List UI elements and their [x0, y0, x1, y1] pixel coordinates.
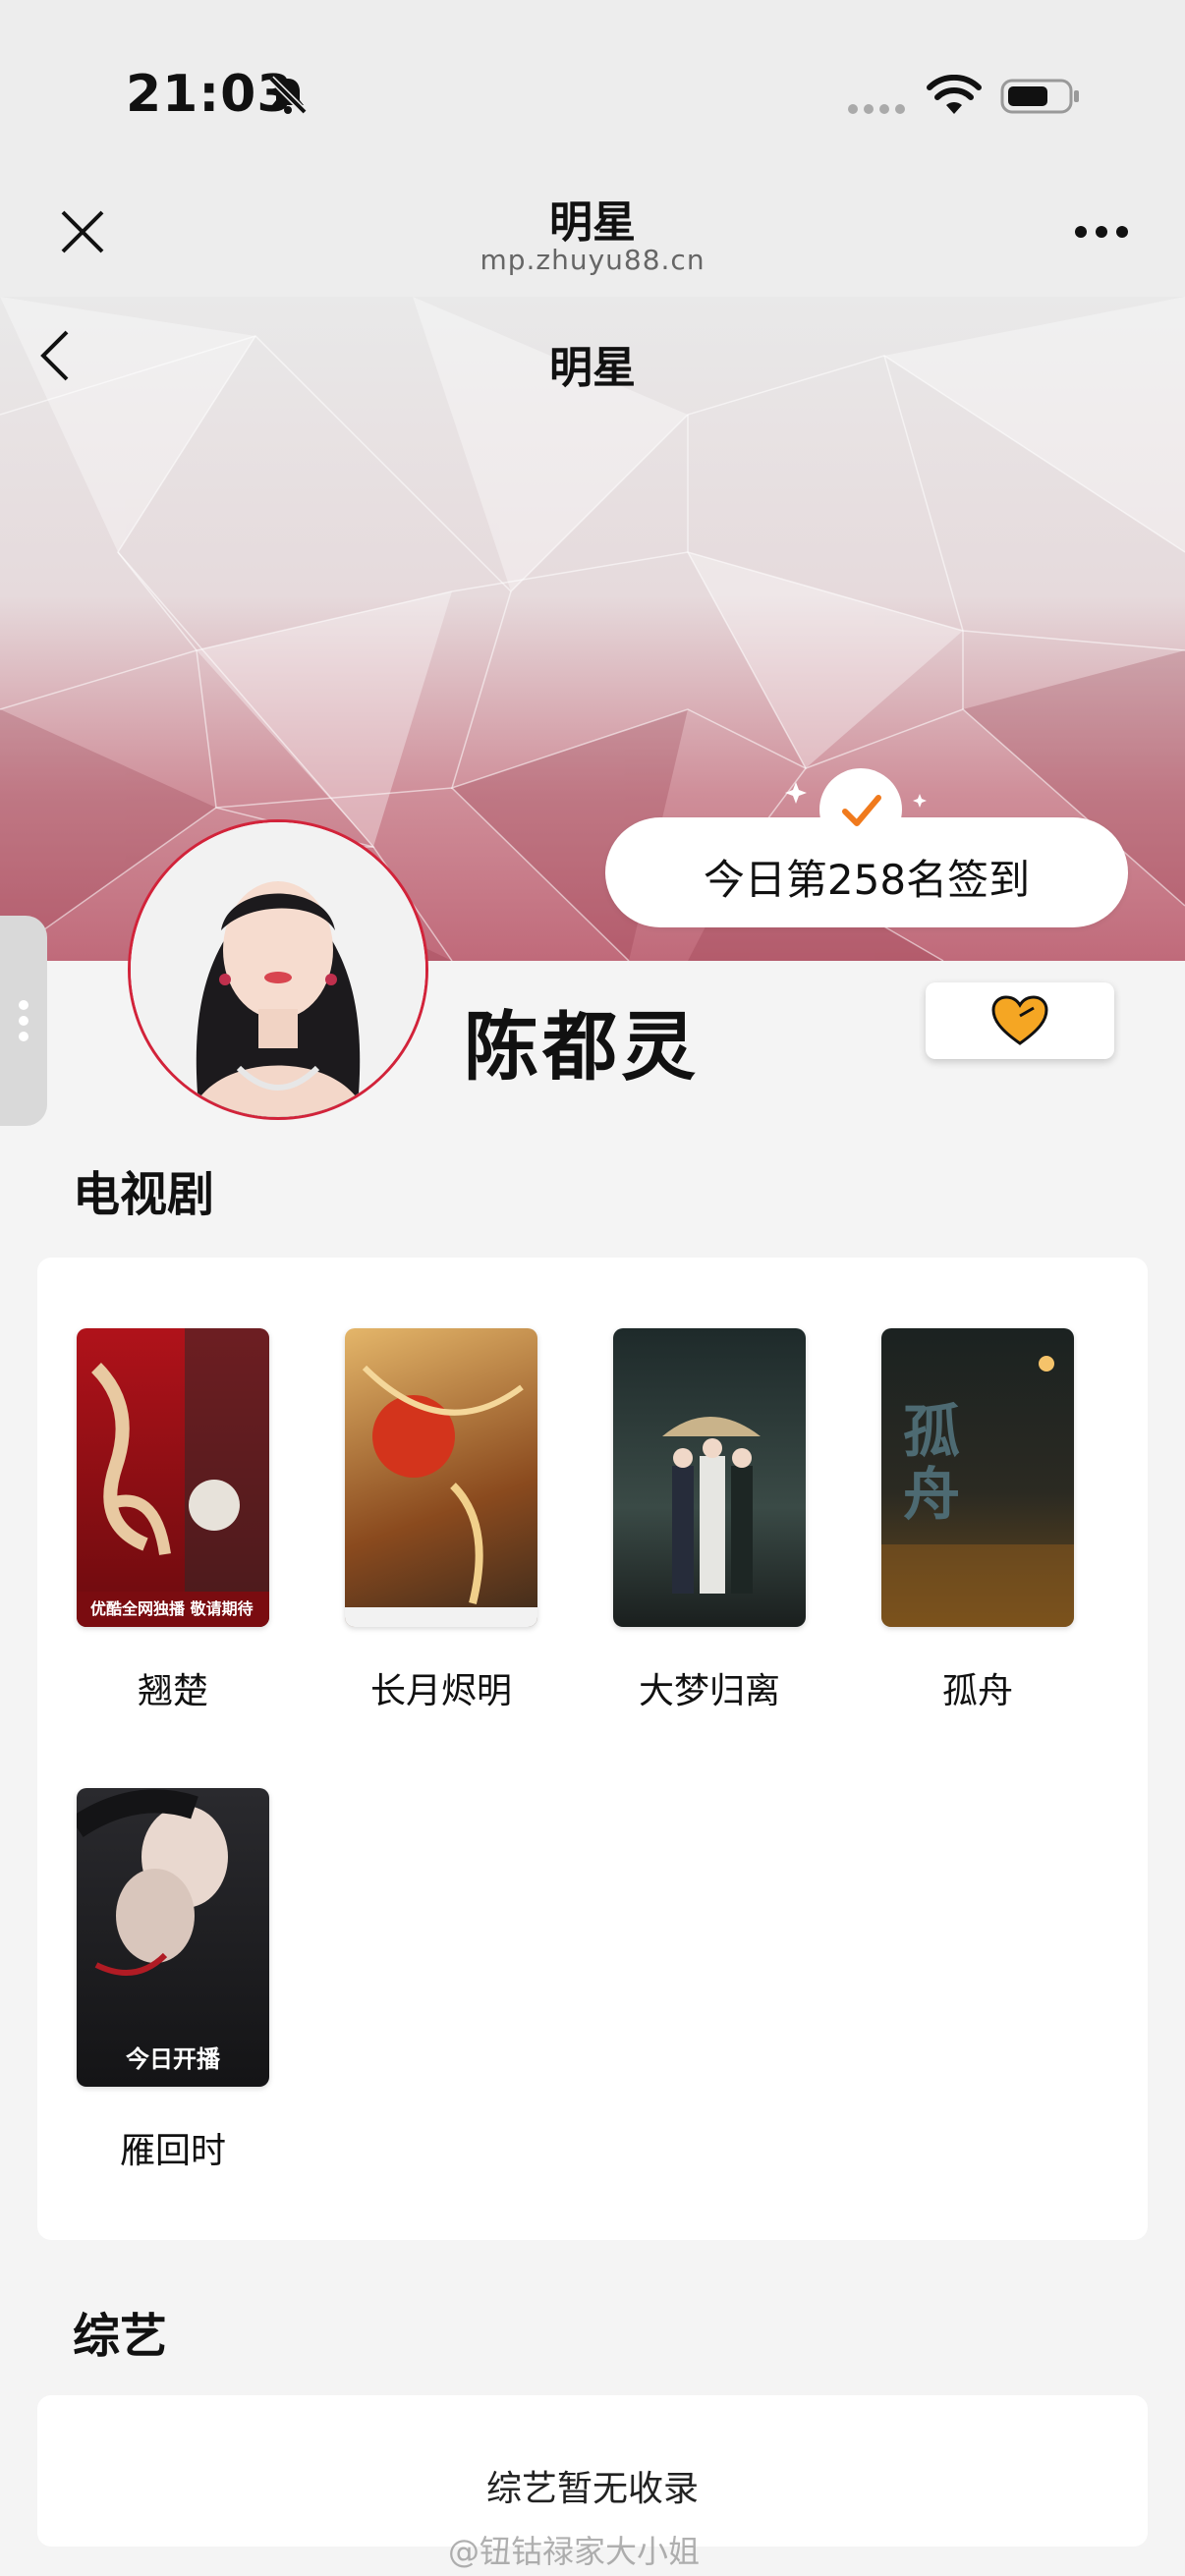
page-title: 明星	[549, 343, 636, 393]
avatar-portrait	[131, 822, 425, 1117]
battery-icon	[1000, 79, 1079, 114]
drama-poster: 孤舟	[881, 1328, 1074, 1627]
drama-item[interactable]: 大梦归离	[613, 1328, 806, 1713]
handle-dot	[19, 1000, 28, 1010]
drama-item[interactable]: 孤舟 孤舟	[881, 1328, 1074, 1713]
drama-poster: 优酷全网独播 敬请期待	[77, 1328, 269, 1627]
checkin-text: 今日第258名签到	[703, 856, 1031, 904]
star-name: 陈都灵	[464, 1003, 700, 1091]
check-badge	[819, 768, 902, 851]
follow-button[interactable]	[926, 982, 1114, 1059]
drama-item[interactable]: 长月烬明	[345, 1328, 537, 1713]
empty-state-text: 综艺暂无收录	[485, 2469, 699, 2509]
mini-program-bar: 明星 mp.zhuyu88.cn	[0, 177, 1185, 297]
more-icon[interactable]	[1073, 224, 1130, 240]
page: 21:03 明星 mp.zhuyu88.cn 明星 今日第258名签到 陈都灵 …	[0, 0, 1185, 2576]
section-title-tv: 电视剧	[73, 1167, 215, 1222]
handle-dot	[19, 1016, 28, 1026]
avatar	[128, 819, 428, 1120]
tv-list-card: 优酷全网独播 敬请期待 翘楚 长月烬明 大梦归离 孤舟 孤舟 今日开播 雁回时	[37, 1258, 1148, 2240]
check-icon	[842, 795, 881, 826]
drama-poster: 今日开播	[77, 1788, 269, 2087]
side-drawer-handle[interactable]	[0, 916, 47, 1126]
status-bar: 21:03	[0, 0, 1185, 177]
heart-icon	[991, 995, 1048, 1045]
drama-title: 长月烬明	[369, 1671, 512, 1711]
watermark: @钮钴禄家大小姐	[448, 2533, 701, 2570]
variety-card: 综艺暂无收录	[37, 2395, 1148, 2547]
poster-caption: 孤舟	[903, 1398, 961, 1528]
mini-program-url: mp.zhuyu88.cn	[480, 244, 705, 276]
wifi-icon	[927, 75, 982, 114]
drama-title: 翘楚	[137, 1671, 208, 1711]
handle-dot	[19, 1032, 28, 1041]
drama-item[interactable]: 优酷全网独播 敬请期待 翘楚	[77, 1328, 269, 1713]
bell-muted-icon	[268, 76, 308, 115]
drama-title: 大梦归离	[638, 1671, 780, 1711]
mini-program-title: 明星	[549, 197, 636, 248]
poster-caption: 今日开播	[126, 2045, 220, 2073]
section-title-variety: 综艺	[73, 2309, 168, 2364]
drama-title: 孤舟	[941, 1671, 1013, 1711]
drama-title: 雁回时	[119, 2131, 226, 2171]
drama-item[interactable]: 今日开播 雁回时	[77, 1788, 269, 2173]
drama-poster	[613, 1328, 806, 1627]
poster-caption: 优酷全网独播 敬请期待	[90, 1599, 254, 1618]
signal-icon	[848, 104, 905, 114]
drama-poster	[345, 1328, 537, 1627]
